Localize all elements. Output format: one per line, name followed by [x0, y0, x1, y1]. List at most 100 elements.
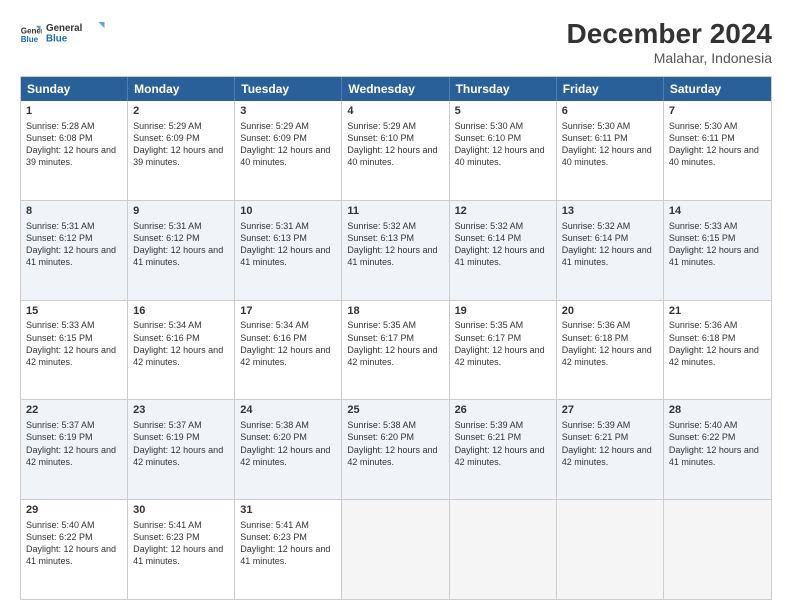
day-cell-10: 10Sunrise: 5:31 AMSunset: 6:13 PMDayligh…	[235, 201, 342, 300]
sunset: Sunset: 6:17 PM	[347, 333, 414, 343]
day-cell-29: 29Sunrise: 5:40 AMSunset: 6:22 PMDayligh…	[21, 500, 128, 599]
day-cell-9: 9Sunrise: 5:31 AMSunset: 6:12 PMDaylight…	[128, 201, 235, 300]
sunrise: Sunrise: 5:37 AM	[26, 420, 95, 430]
day-number: 7	[669, 104, 766, 119]
day-cell-22: 22Sunrise: 5:37 AMSunset: 6:19 PMDayligh…	[21, 400, 128, 499]
daylight: Daylight: 12 hours and 41 minutes.	[455, 245, 545, 267]
sunset: Sunset: 6:15 PM	[26, 333, 93, 343]
empty-cell	[557, 500, 664, 599]
daylight: Daylight: 12 hours and 42 minutes.	[133, 445, 223, 467]
sunrise: Sunrise: 5:34 AM	[133, 320, 202, 330]
sunrise: Sunrise: 5:37 AM	[133, 420, 202, 430]
sunrise: Sunrise: 5:36 AM	[669, 320, 738, 330]
calendar-row-4: 22Sunrise: 5:37 AMSunset: 6:19 PMDayligh…	[21, 399, 771, 499]
day-cell-15: 15Sunrise: 5:33 AM Sunset: 6:15 PM Dayligh…	[21, 301, 128, 400]
sunrise: Sunrise: 5:34 AM	[240, 320, 309, 330]
day-cell-4: 4Sunrise: 5:29 AMSunset: 6:10 PMDaylight…	[342, 101, 449, 200]
sunset: Sunset: 6:21 PM	[455, 432, 522, 442]
daylight: Daylight: 12 hours and 42 minutes.	[455, 345, 545, 367]
sunrise: Sunrise: 5:31 AM	[26, 221, 95, 231]
daylight: Daylight: 12 hours and 42 minutes.	[455, 445, 545, 467]
header-day-sunday: Sunday	[21, 77, 128, 101]
sunrise: Sunrise: 5:41 AM	[133, 520, 202, 530]
sunset: Sunset: 6:14 PM	[562, 233, 629, 243]
day-cell-8: 8Sunrise: 5:31 AMSunset: 6:12 PMDaylight…	[21, 201, 128, 300]
sunset: Sunset: 6:22 PM	[669, 432, 736, 442]
day-number: 31	[240, 503, 336, 518]
day-number: 27	[562, 403, 658, 418]
sunrise: Sunrise: 5:35 AM	[455, 320, 524, 330]
sunset: Sunset: 6:10 PM	[347, 133, 414, 143]
day-cell-20: 20Sunrise: 5:36 AMSunset: 6:18 PMDayligh…	[557, 301, 664, 400]
daylight: Daylight: 12 hours and 42 minutes.	[347, 445, 437, 467]
header-day-saturday: Saturday	[664, 77, 771, 101]
sunrise: Sunrise: 5:28 AM	[26, 121, 95, 131]
sunrise: Sunrise: 5:29 AM	[240, 121, 309, 131]
day-cell-21: 21Sunrise: 5:36 AMSunset: 6:18 PMDayligh…	[664, 301, 771, 400]
day-number: 21	[669, 304, 766, 319]
sunset: Sunset: 6:22 PM	[26, 532, 93, 542]
calendar-body: 1Sunrise: 5:28 AMSunset: 6:08 PMDaylight…	[21, 101, 771, 599]
header: General Blue General Blue December 2024 …	[20, 18, 772, 66]
day-number: 2	[133, 104, 229, 119]
daylight: Daylight: 12 hours and 42 minutes.	[26, 345, 116, 367]
day-cell-26: 26Sunrise: 5:39 AMSunset: 6:21 PMDayligh…	[450, 400, 557, 499]
day-cell-17: 17Sunrise: 5:34 AMSunset: 6:16 PMDayligh…	[235, 301, 342, 400]
sunset: Sunset: 6:21 PM	[562, 432, 629, 442]
svg-text:Blue: Blue	[46, 34, 68, 45]
sunrise: Sunrise: 5:29 AM	[347, 121, 416, 131]
logo-icon: General Blue	[20, 23, 42, 45]
day-cell-25: 25Sunrise: 5:38 AMSunset: 6:20 PMDayligh…	[342, 400, 449, 499]
sunset: Sunset: 6:17 PM	[455, 333, 522, 343]
day-cell-3: 3Sunrise: 5:29 AMSunset: 6:09 PMDaylight…	[235, 101, 342, 200]
daylight: Daylight: 12 hours and 41 minutes.	[26, 245, 116, 267]
day-number: 5	[455, 104, 551, 119]
daylight: Daylight: 12 hours and 42 minutes.	[669, 345, 759, 367]
sunset: Sunset: 6:11 PM	[669, 133, 735, 143]
sunset: Sunset: 6:20 PM	[240, 432, 307, 442]
calendar-header: SundayMondayTuesdayWednesdayThursdayFrid…	[21, 77, 771, 101]
subtitle: Malahar, Indonesia	[567, 50, 772, 66]
day-cell-1: 1Sunrise: 5:28 AMSunset: 6:08 PMDaylight…	[21, 101, 128, 200]
sunset: Sunset: 6:20 PM	[347, 432, 414, 442]
daylight: Daylight: 12 hours and 40 minutes.	[669, 145, 759, 167]
daylight: Daylight: 12 hours and 42 minutes.	[347, 345, 437, 367]
sunset: Sunset: 6:16 PM	[133, 333, 200, 343]
daylight: Daylight: 12 hours and 42 minutes.	[26, 445, 116, 467]
daylight: Daylight: 12 hours and 41 minutes.	[240, 544, 330, 566]
sunrise: Sunrise: 5:38 AM	[347, 420, 416, 430]
day-number: 30	[133, 503, 229, 518]
title-block: December 2024 Malahar, Indonesia	[567, 18, 772, 66]
day-number: 13	[562, 204, 658, 219]
svg-text:General: General	[46, 23, 83, 34]
calendar-row-3: 15Sunrise: 5:33 AM Sunset: 6:15 PM Dayligh…	[21, 300, 771, 400]
day-number: 15	[26, 304, 122, 319]
daylight: Daylight: 12 hours and 41 minutes.	[133, 245, 223, 267]
daylight: Daylight: 12 hours and 40 minutes.	[562, 145, 652, 167]
daylight: Daylight: 12 hours and 41 minutes.	[347, 245, 437, 267]
sunrise: Sunrise: 5:33 AM	[26, 320, 95, 330]
empty-cell	[450, 500, 557, 599]
day-cell-19: 19Sunrise: 5:35 AMSunset: 6:17 PMDayligh…	[450, 301, 557, 400]
sunset: Sunset: 6:12 PM	[133, 233, 200, 243]
sunrise: Sunrise: 5:30 AM	[455, 121, 524, 131]
daylight: Daylight: 12 hours and 41 minutes.	[26, 544, 116, 566]
page: General Blue General Blue December 2024 …	[0, 0, 792, 612]
daylight: Daylight: 12 hours and 41 minutes.	[669, 245, 759, 267]
sunset: Sunset: 6:08 PM	[26, 133, 93, 143]
daylight: Daylight: 12 hours and 42 minutes.	[240, 445, 330, 467]
daylight: Daylight: 12 hours and 39 minutes.	[133, 145, 223, 167]
sunrise: Sunrise: 5:39 AM	[455, 420, 524, 430]
sunset: Sunset: 6:18 PM	[562, 333, 629, 343]
day-cell-23: 23Sunrise: 5:37 AMSunset: 6:19 PMDayligh…	[128, 400, 235, 499]
day-cell-2: 2Sunrise: 5:29 AMSunset: 6:09 PMDaylight…	[128, 101, 235, 200]
sunset: Sunset: 6:09 PM	[240, 133, 307, 143]
sunset: Sunset: 6:19 PM	[26, 432, 93, 442]
header-day-tuesday: Tuesday	[235, 77, 342, 101]
day-number: 24	[240, 403, 336, 418]
daylight: Daylight: 12 hours and 41 minutes.	[562, 245, 652, 267]
daylight: Daylight: 12 hours and 42 minutes.	[133, 345, 223, 367]
day-cell-18: 18Sunrise: 5:35 AMSunset: 6:17 PMDayligh…	[342, 301, 449, 400]
header-day-monday: Monday	[128, 77, 235, 101]
day-number: 6	[562, 104, 658, 119]
